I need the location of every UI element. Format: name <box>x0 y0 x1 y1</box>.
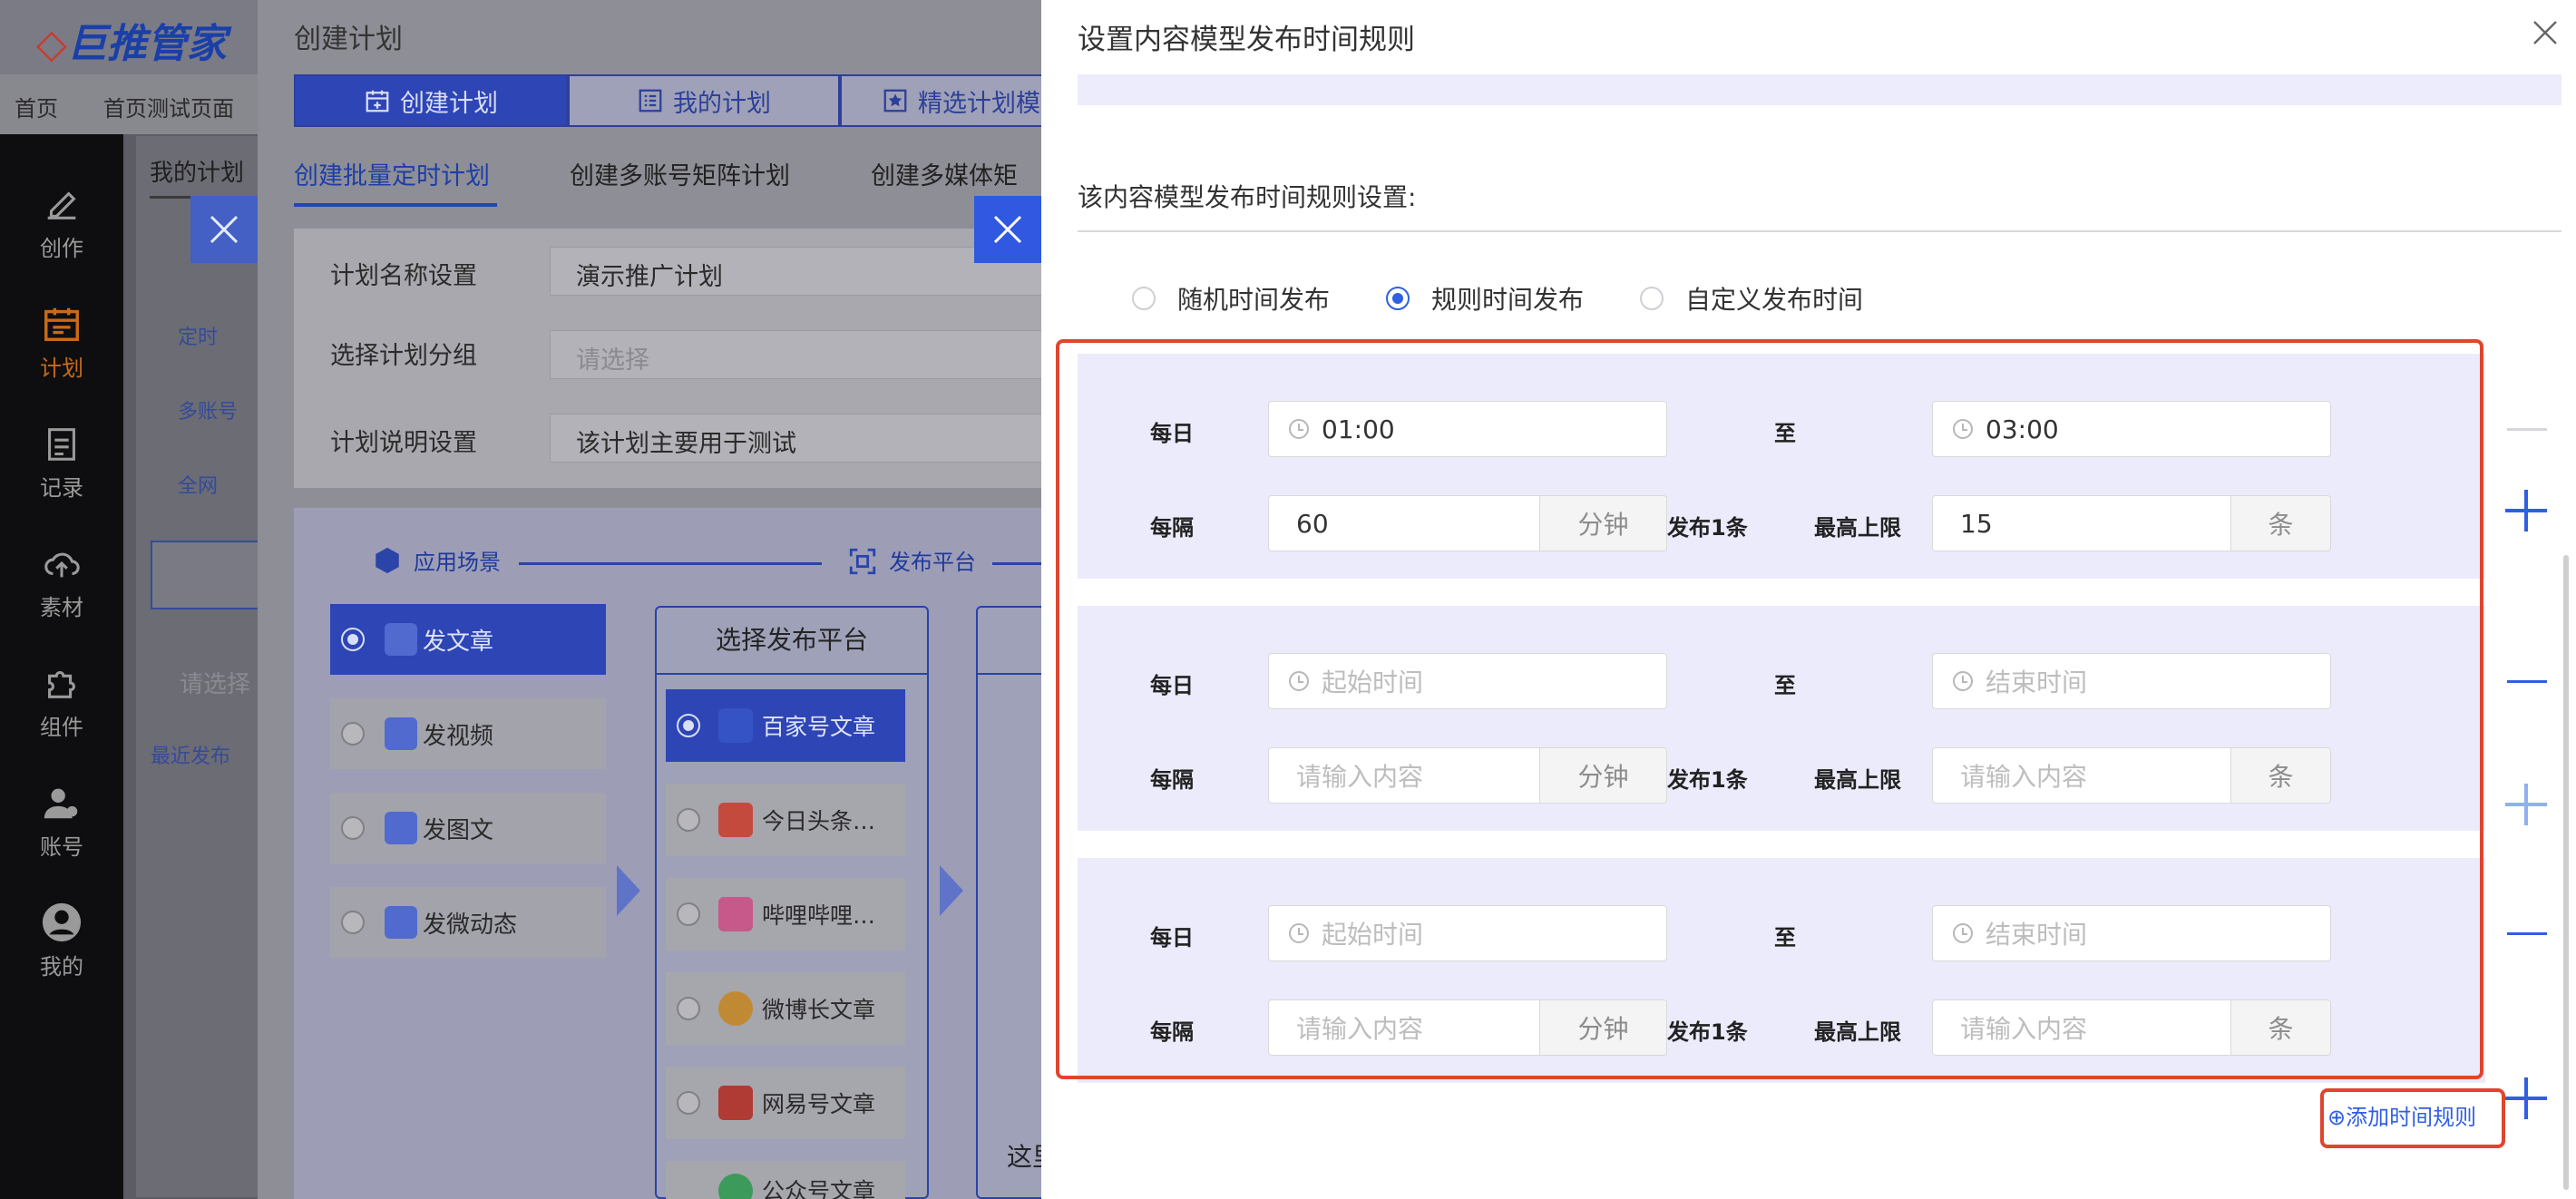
subtab-multi-account[interactable]: 创建多账号矩阵计划 <box>570 156 790 191</box>
flow-step-scene: 应用场景 <box>414 550 501 575</box>
bg-fragment: 多账号 <box>178 401 239 424</box>
platform-header: 选择发布平台 <box>655 606 929 675</box>
scrollbar[interactable] <box>2563 555 2569 1190</box>
bilibili-icon <box>718 897 753 931</box>
rules-highlight <box>1056 339 2483 1079</box>
netease-icon <box>718 1086 753 1120</box>
calendar-add-icon <box>366 90 389 112</box>
close-icon <box>2533 21 2557 44</box>
bg-fragment: 最近发布 <box>151 746 231 768</box>
list-icon <box>639 89 662 112</box>
info-band <box>1078 74 2561 105</box>
tab-my-plans[interactable]: 我的计划 <box>150 154 244 188</box>
platform-netease[interactable]: 网易号文章 <box>666 1067 905 1139</box>
plan-desc-label: 计划说明设置 <box>330 429 477 457</box>
tab-create-plan[interactable]: 创建计划 <box>294 74 568 127</box>
tab-my-plan[interactable]: 我的计划 <box>568 74 840 127</box>
user-icon <box>42 902 82 942</box>
rule-section-label: 该内容模型发布时间规则设置: <box>1078 182 1417 212</box>
article-icon <box>385 623 417 656</box>
radio[interactable] <box>1132 287 1156 310</box>
option-custom-time[interactable]: 自定义发布时间 <box>1640 283 1863 315</box>
image-icon <box>385 812 417 844</box>
add-rule-button[interactable] <box>2505 1077 2547 1119</box>
flow-arrow <box>617 865 640 916</box>
add-rule-button[interactable] <box>2505 784 2547 825</box>
platform-baijiahao[interactable]: 百家号文章 <box>666 689 905 762</box>
nav-item-plan[interactable]: 计划 <box>0 272 123 390</box>
star-doc-icon <box>883 89 907 112</box>
platform-wechat[interactable]: 公众号文章 <box>666 1161 905 1199</box>
clipboard-icon <box>48 428 75 461</box>
cube-icon <box>376 547 399 574</box>
plan-tabs: 创建计划 我的计划 精选计划模 <box>294 74 1221 127</box>
close-button[interactable] <box>974 196 1041 263</box>
close-icon <box>210 215 239 244</box>
scene-article[interactable]: 发文章 <box>330 604 606 675</box>
scene-video[interactable]: 发视频 <box>330 698 606 769</box>
wechat-icon <box>718 1174 753 1199</box>
subtab-multi-media[interactable]: 创建多媒体矩 <box>871 156 1018 191</box>
close-button[interactable] <box>2527 16 2563 53</box>
bg-fragment: 定时 <box>178 327 219 349</box>
platform-weibo[interactable]: 微博长文章 <box>666 972 905 1045</box>
pen-icon <box>47 191 76 219</box>
drawer-title: 设置内容模型发布时间规则 <box>1078 24 1415 56</box>
flow-arrow <box>940 865 963 916</box>
radio-selected[interactable] <box>1386 287 1410 310</box>
bg-fragment: 全网 <box>178 475 219 498</box>
cloud-upload-icon <box>44 552 80 578</box>
remove-rule-button[interactable] <box>2507 680 2547 683</box>
platform-toutiao[interactable]: 今日头条… <box>666 784 905 856</box>
close-icon <box>993 215 1022 244</box>
nav-item-components[interactable]: 组件 <box>0 631 123 749</box>
user-group-icon <box>44 788 78 819</box>
plan-group-label: 选择计划分组 <box>330 342 477 370</box>
active-tab-underline <box>294 203 497 207</box>
remove-rule-button[interactable] <box>2507 932 2547 935</box>
puzzle-icon <box>48 670 75 698</box>
platform-bilibili[interactable]: 哔哩哔哩… <box>666 878 905 950</box>
breadcrumb-current[interactable]: 首页测试页面 <box>103 91 234 122</box>
nav-item-records[interactable]: 记录 <box>0 392 123 510</box>
weibo-icon <box>718 991 753 1026</box>
remove-rule-button[interactable] <box>2507 428 2547 431</box>
bg-fragment: 请选择 <box>180 671 251 698</box>
scene-micro-post[interactable]: 发微动态 <box>330 887 606 958</box>
calendar-icon <box>44 307 79 341</box>
radio[interactable] <box>1640 287 1664 310</box>
post-icon <box>385 906 417 939</box>
breadcrumb-home[interactable]: 首页 <box>15 91 58 122</box>
nav-item-materials[interactable]: 素材 <box>0 512 123 629</box>
plan-name-label: 计划名称设置 <box>330 262 477 290</box>
option-random-time[interactable]: 随机时间发布 <box>1132 283 1330 315</box>
scene-image-text[interactable]: 发图文 <box>330 793 606 863</box>
nav-item-me[interactable]: 我的 <box>0 871 123 989</box>
app-logo: ◇巨推管家 <box>36 21 227 67</box>
add-rule-button[interactable] <box>2505 490 2547 531</box>
nav-item-create[interactable]: 创作 <box>0 152 123 270</box>
flow-step-platform: 发布平台 <box>889 550 976 575</box>
scan-icon <box>849 548 876 575</box>
subtab-batch-timed[interactable]: 创建批量定时计划 <box>294 156 490 191</box>
close-button[interactable] <box>190 196 258 263</box>
drawer-title: 创建计划 <box>294 24 403 55</box>
toutiao-icon <box>718 803 753 837</box>
video-icon <box>385 717 417 750</box>
nav-item-accounts[interactable]: 账号 <box>0 751 123 869</box>
option-rule-time[interactable]: 规则时间发布 <box>1386 283 1584 315</box>
baijiahao-icon <box>718 708 753 743</box>
add-time-rule-link[interactable]: ⊕添加时间规则 <box>2327 1099 2476 1131</box>
divider <box>1078 230 2561 232</box>
